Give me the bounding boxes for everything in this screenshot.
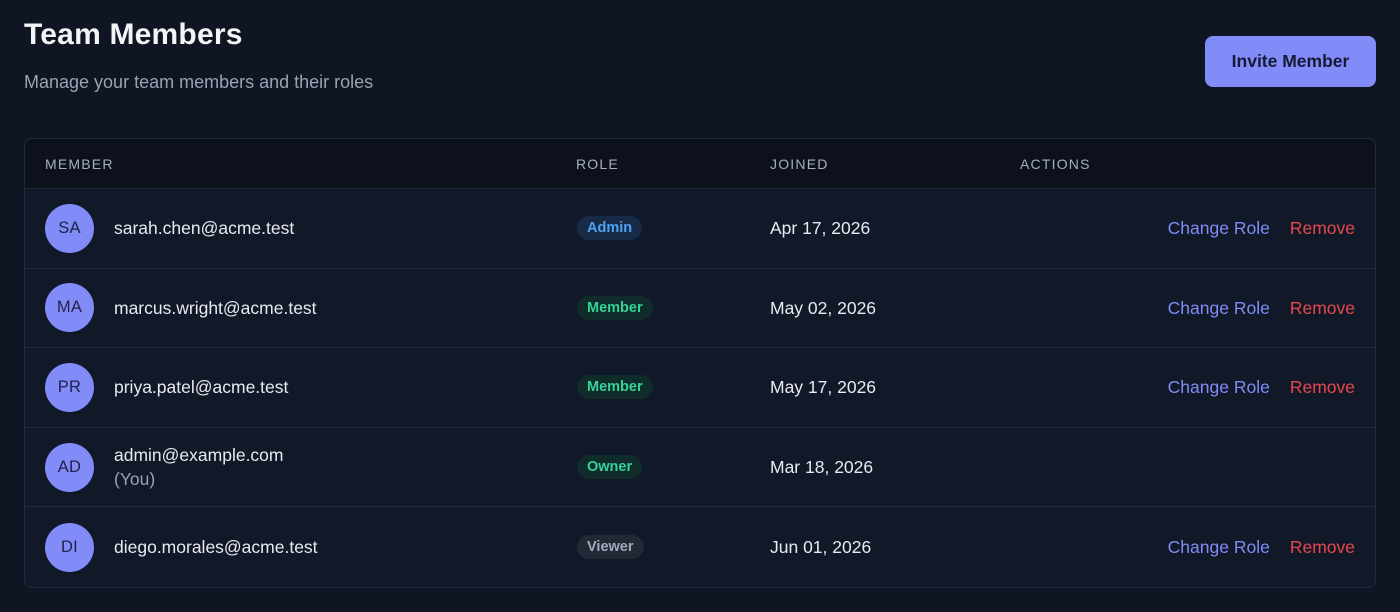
member-info: marcus.wright@acme.test xyxy=(114,296,317,320)
actions-cell: Change Role Remove xyxy=(1020,189,1355,268)
change-role-button[interactable]: Change Role xyxy=(1168,296,1270,320)
avatar-initials: PR xyxy=(57,377,82,396)
table-row: AD admin@example.com (You) Owner Mar 18,… xyxy=(25,427,1375,508)
member-email: diego.morales@acme.test xyxy=(114,537,318,558)
role-badge: Member xyxy=(577,375,653,400)
member-cell: DI diego.morales@acme.test xyxy=(45,507,576,587)
joined-cell: May 17, 2026 xyxy=(770,348,1020,427)
role-cell: Admin xyxy=(576,189,770,268)
page-subtitle: Manage your team members and their roles xyxy=(24,72,374,92)
column-header-joined: JOINED xyxy=(770,155,829,172)
joined-cell: Apr 17, 2026 xyxy=(770,189,1020,268)
remove-member-button[interactable]: Remove xyxy=(1290,216,1355,240)
member-email: marcus.wright@acme.test xyxy=(114,297,317,318)
remove-member-button[interactable]: Remove xyxy=(1290,296,1355,320)
member-info: priya.patel@acme.test xyxy=(114,375,288,399)
member-info: diego.morales@acme.test xyxy=(114,535,318,559)
remove-member-button[interactable]: Remove xyxy=(1290,535,1355,559)
actions-cell: Change Role Remove xyxy=(1020,269,1355,348)
role-badge: Owner xyxy=(577,455,643,480)
column-header-actions: ACTIONS xyxy=(1020,155,1091,172)
avatar-initials: SA xyxy=(58,218,81,237)
actions-cell: Change Role Remove xyxy=(1020,348,1355,427)
member-cell: PR priya.patel@acme.test xyxy=(45,348,576,427)
table-row: SA sarah.chen@acme.test Admin Apr 17, 20… xyxy=(25,189,1375,269)
role-cell: Viewer xyxy=(576,507,770,587)
current-user-label: (You) xyxy=(114,469,156,490)
table-row: MA marcus.wright@acme.test Member May 02… xyxy=(25,268,1375,349)
joined-date: May 02, 2026 xyxy=(770,297,877,318)
table-row: DI diego.morales@acme.test Viewer Jun 01… xyxy=(25,507,1375,587)
member-email: admin@example.com xyxy=(114,445,284,466)
joined-date: May 17, 2026 xyxy=(770,377,877,398)
invite-member-button[interactable]: Invite Member xyxy=(1205,36,1376,87)
joined-cell: May 02, 2026 xyxy=(770,269,1020,348)
avatar-initials: DI xyxy=(60,537,79,556)
role-cell: Owner xyxy=(576,428,770,507)
member-email: priya.patel@acme.test xyxy=(114,377,289,398)
joined-date: Apr 17, 2026 xyxy=(770,218,871,239)
table-header: MEMBER ROLE JOINED ACTIONS xyxy=(25,139,1375,189)
member-info: admin@example.com (You) xyxy=(114,443,284,491)
members-table: MEMBER ROLE JOINED ACTIONS SA sarah.chen… xyxy=(24,138,1376,588)
member-info: sarah.chen@acme.test xyxy=(114,216,294,240)
avatar: DI xyxy=(45,522,94,572)
column-header-member: MEMBER xyxy=(45,155,114,172)
joined-cell: Jun 01, 2026 xyxy=(770,507,1020,587)
member-cell: MA marcus.wright@acme.test xyxy=(45,269,576,348)
role-cell: Member xyxy=(576,348,770,427)
remove-member-button[interactable]: Remove xyxy=(1290,375,1355,399)
actions-cell: Change Role Remove xyxy=(1020,507,1355,587)
role-badge: Member xyxy=(577,295,653,320)
actions-cell xyxy=(1020,428,1355,507)
member-email: sarah.chen@acme.test xyxy=(114,218,295,239)
avatar: MA xyxy=(45,283,94,333)
change-role-button[interactable]: Change Role xyxy=(1168,375,1270,399)
avatar-initials: MA xyxy=(56,298,83,317)
member-cell: AD admin@example.com (You) xyxy=(45,428,576,507)
avatar: PR xyxy=(45,362,94,412)
joined-cell: Mar 18, 2026 xyxy=(770,428,1020,507)
role-badge: Admin xyxy=(577,216,643,241)
page-title: Team Members xyxy=(24,18,243,51)
member-cell: SA sarah.chen@acme.test xyxy=(45,189,576,268)
joined-date: Jun 01, 2026 xyxy=(770,537,872,558)
role-cell: Member xyxy=(576,269,770,348)
column-header-role: ROLE xyxy=(576,155,619,172)
avatar: SA xyxy=(45,203,94,253)
change-role-button[interactable]: Change Role xyxy=(1168,535,1270,559)
avatar-initials: AD xyxy=(57,457,82,476)
change-role-button[interactable]: Change Role xyxy=(1168,216,1270,240)
role-badge: Viewer xyxy=(577,535,644,560)
table-row: PR priya.patel@acme.test Member May 17, … xyxy=(25,348,1375,428)
avatar: AD xyxy=(45,442,94,492)
joined-date: Mar 18, 2026 xyxy=(770,457,874,478)
